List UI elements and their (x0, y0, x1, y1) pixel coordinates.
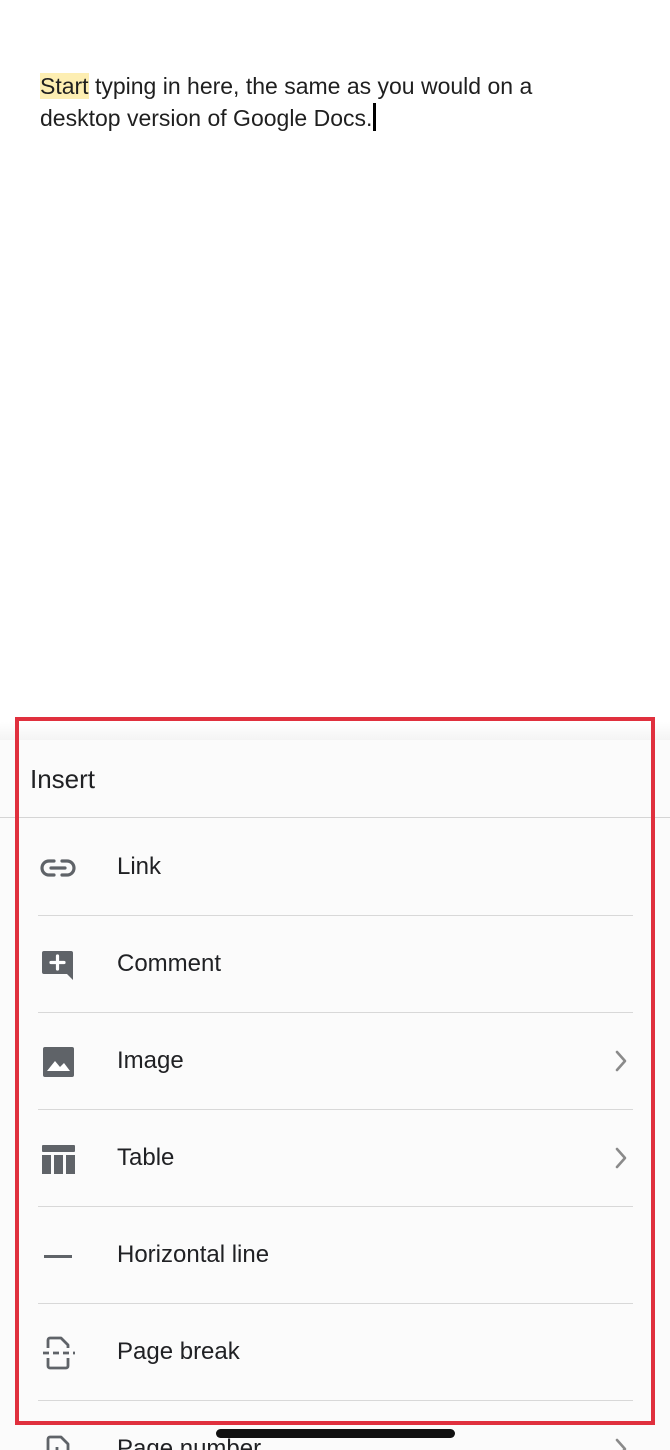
menu-item-comment[interactable]: Comment (0, 916, 670, 1013)
sheet-title: Insert (30, 764, 96, 794)
chevron-right-icon (615, 1050, 627, 1072)
image-icon (43, 1047, 74, 1077)
menu-item-image[interactable]: Image (0, 1013, 670, 1110)
menu-item-horizontal-line[interactable]: Horizontal line (0, 1207, 670, 1304)
document-body-text: typing in here, the same as you would on… (40, 73, 533, 131)
sheet-header: Insert (0, 740, 670, 818)
menu-item-link[interactable]: Link (0, 819, 670, 916)
menu-item-label: Table (117, 1144, 175, 1171)
insert-menu: Link Comment Image Table Horizontal line… (0, 819, 670, 1450)
text-cursor (373, 103, 377, 131)
menu-item-label: Horizontal line (117, 1241, 270, 1268)
menu-item-label: Link (117, 853, 162, 880)
document-canvas[interactable]: Start typing in here, the same as you wo… (0, 0, 670, 720)
menu-item-label: Comment (117, 950, 222, 977)
menu-item-label: Image (117, 1047, 184, 1074)
chevron-right-icon (615, 1438, 627, 1450)
document-paragraph[interactable]: Start typing in here, the same as you wo… (40, 70, 600, 134)
menu-item-table[interactable]: Table (0, 1110, 670, 1207)
highlighted-word: Start (40, 73, 89, 99)
menu-item-page-break[interactable]: Page break (0, 1304, 670, 1401)
page-break-icon (43, 1336, 75, 1370)
page-number-icon (46, 1435, 70, 1450)
sheet-shadow (0, 722, 670, 740)
insert-bottom-sheet: Insert Link Comment Image Table Horizont… (0, 740, 670, 1450)
link-icon (40, 859, 76, 877)
menu-item-label: Page break (117, 1338, 240, 1365)
menu-item-page-number[interactable]: Page number (0, 1401, 670, 1450)
table-icon (42, 1145, 75, 1174)
chevron-right-icon (615, 1147, 627, 1169)
horizontal-line-icon (44, 1255, 72, 1258)
comment-add-icon (42, 951, 73, 980)
home-indicator[interactable] (216, 1429, 455, 1438)
